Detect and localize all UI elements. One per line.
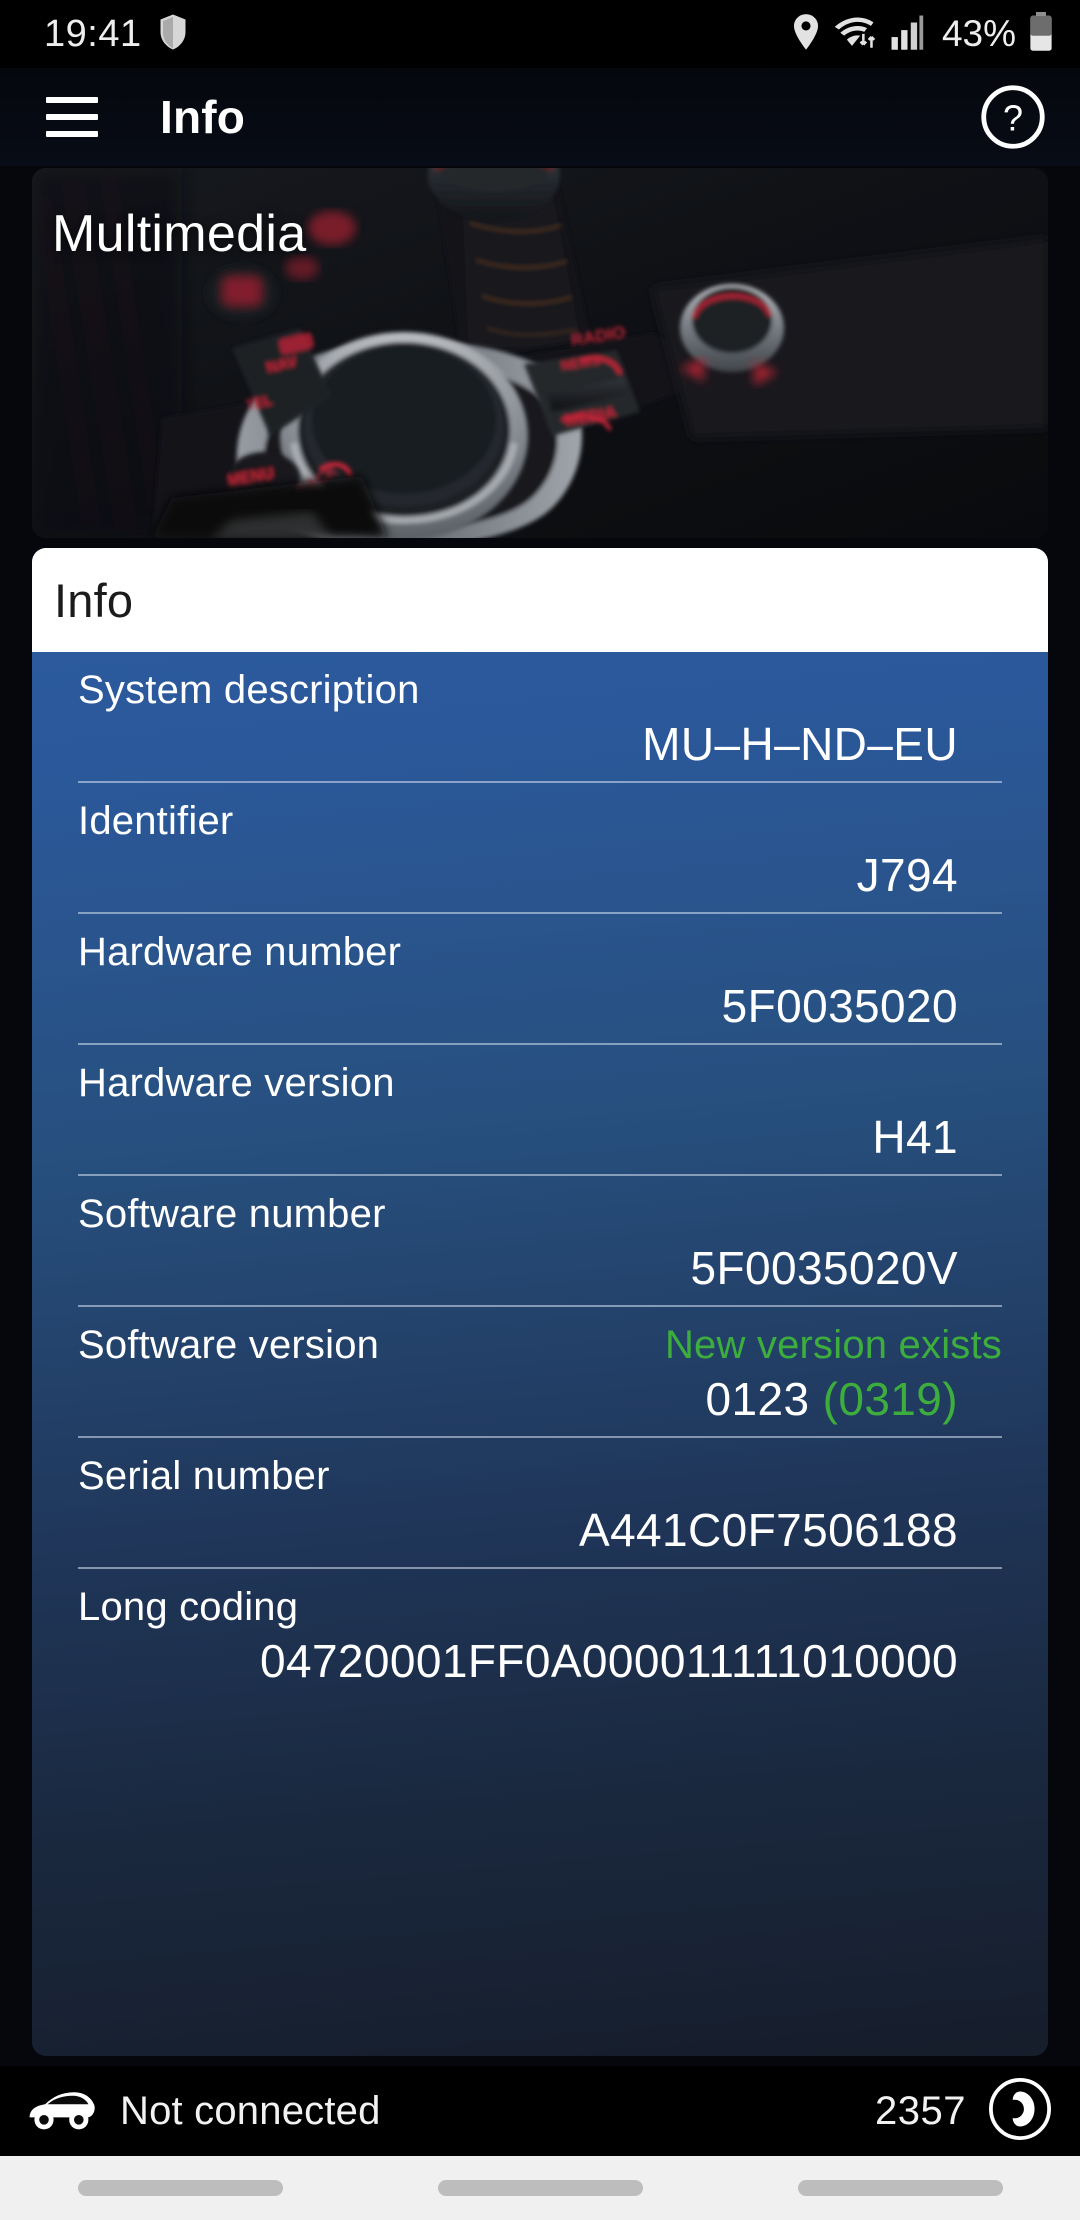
row-label: Hardware number bbox=[78, 930, 402, 974]
row-label: Long coding bbox=[78, 1585, 299, 1629]
app-bar: Info ? bbox=[0, 68, 1080, 166]
svg-text:?: ? bbox=[1003, 98, 1023, 139]
table-row[interactable]: Hardware version H41 bbox=[32, 1045, 1048, 1174]
row-header: Hardware number bbox=[78, 914, 1002, 975]
hero-title: Multimedia bbox=[52, 205, 307, 263]
row-value: 0123 (0319) bbox=[78, 1368, 1002, 1436]
credits-count: 2357 bbox=[875, 2088, 966, 2133]
table-row[interactable]: Identifier J794 bbox=[32, 783, 1048, 912]
help-circle-icon[interactable]: ? bbox=[980, 84, 1046, 150]
obdeleven-logo-icon[interactable] bbox=[988, 2077, 1052, 2146]
battery-percent-label: 43% bbox=[941, 13, 1016, 54]
page-title: Info bbox=[160, 91, 246, 143]
row-value: 5F0035020 bbox=[78, 975, 1002, 1043]
footer-bar: Not connected 2357 bbox=[0, 2066, 1080, 2156]
battery-icon bbox=[1028, 11, 1054, 57]
row-value-alternate: (0319) bbox=[822, 1373, 958, 1425]
row-value-primary: A441C0F7506188 bbox=[578, 1504, 958, 1556]
table-row[interactable]: Serial number A441C0F7506188 bbox=[32, 1438, 1048, 1567]
table-row[interactable]: System description MU–H–ND–EU bbox=[32, 652, 1048, 781]
row-label: Software number bbox=[78, 1192, 386, 1236]
status-bar-right: 43% bbox=[792, 11, 1054, 57]
row-value-primary: 5F0035020 bbox=[721, 980, 958, 1032]
cellular-signal-icon bbox=[890, 13, 926, 56]
recents-button[interactable] bbox=[77, 2180, 283, 2196]
table-row[interactable]: Long coding 04720001FF0A000011111010000 bbox=[32, 1569, 1048, 1698]
row-label: Software version bbox=[78, 1323, 380, 1367]
row-value: A441C0F7506188 bbox=[78, 1499, 1002, 1567]
wifi-icon bbox=[832, 13, 878, 56]
row-value-primary: 04720001FF0A000011111010000 bbox=[259, 1635, 958, 1687]
phone-screen: 19:41 43% Info ? NAV TEL MENU RADIO NEWS… bbox=[0, 0, 1080, 2220]
home-button[interactable] bbox=[437, 2180, 643, 2196]
connection-status-label: Not connected bbox=[120, 2088, 381, 2133]
system-navigation-bar bbox=[0, 2156, 1080, 2220]
row-header: Software version New version exists bbox=[78, 1307, 1002, 1368]
row-status-note: New version exists bbox=[664, 1323, 1002, 1367]
row-value-primary: J794 bbox=[856, 849, 958, 901]
row-header: Software number bbox=[78, 1176, 1002, 1237]
status-bar: 19:41 43% bbox=[0, 0, 1080, 68]
back-button[interactable] bbox=[797, 2180, 1003, 2196]
row-value: 04720001FF0A000011111010000 bbox=[78, 1630, 1002, 1698]
row-value-primary: MU–H–ND–EU bbox=[642, 718, 958, 770]
table-row[interactable]: Software number 5F0035020V bbox=[32, 1176, 1048, 1305]
row-value: H41 bbox=[78, 1106, 1002, 1174]
row-value: J794 bbox=[78, 844, 1002, 912]
hamburger-menu-icon[interactable] bbox=[46, 97, 98, 137]
info-panel-title: Info bbox=[54, 573, 134, 627]
car-icon bbox=[26, 2086, 98, 2137]
info-rows: System description MU–H–ND–EU Identifier J7… bbox=[32, 652, 1048, 1698]
status-bar-left: 19:41 bbox=[44, 13, 188, 56]
row-header: Hardware version bbox=[78, 1045, 1002, 1106]
row-value-primary: H41 bbox=[872, 1111, 958, 1163]
table-row[interactable]: Software version New version exists 0123 (… bbox=[32, 1307, 1048, 1436]
info-panel: Info System description MU–H–ND–EU Identif… bbox=[32, 548, 1048, 2056]
row-label: Identifier bbox=[78, 799, 234, 843]
hero-card[interactable]: NAV TEL MENU BACK bbox=[32, 168, 1048, 538]
row-label: Serial number bbox=[78, 1454, 330, 1498]
row-label: Hardware version bbox=[78, 1061, 395, 1105]
footer-right: 2357 bbox=[875, 2077, 1052, 2146]
row-header: Long coding bbox=[78, 1569, 1002, 1630]
location-pin-icon bbox=[792, 13, 820, 56]
row-header: Serial number bbox=[78, 1438, 1002, 1499]
row-value-primary: 0123 bbox=[705, 1373, 810, 1425]
row-value: MU–H–ND–EU bbox=[78, 713, 1002, 781]
row-header: Identifier bbox=[78, 783, 1002, 844]
row-label: System description bbox=[78, 668, 420, 712]
table-row[interactable]: Hardware number 5F0035020 bbox=[32, 914, 1048, 1043]
shield-icon bbox=[158, 13, 188, 56]
row-value-primary: 5F0035020V bbox=[690, 1242, 958, 1294]
row-value: 5F0035020V bbox=[78, 1237, 1002, 1305]
row-header: System description bbox=[78, 652, 1002, 713]
status-bar-clock: 19:41 bbox=[44, 12, 142, 55]
info-panel-header: Info bbox=[32, 548, 1048, 652]
